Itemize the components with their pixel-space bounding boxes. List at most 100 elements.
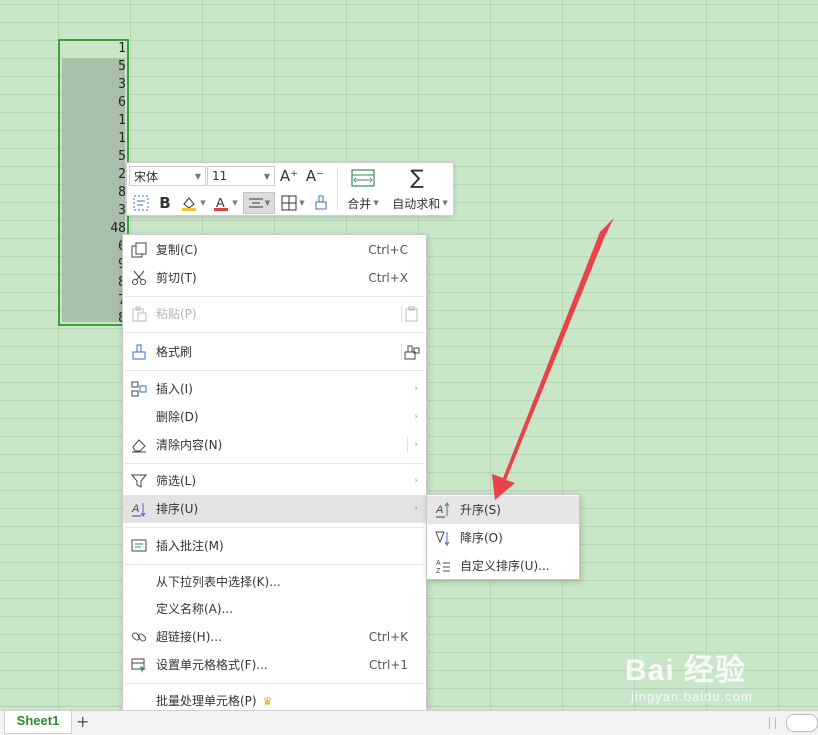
- menu-item-label: 插入(I): [156, 382, 193, 396]
- merge-button[interactable]: 合并 ▼: [341, 193, 385, 213]
- filter-icon: [131, 474, 147, 488]
- submenu-arrow-icon: ›: [414, 476, 418, 486]
- svg-text:A: A: [435, 504, 443, 516]
- cell-value[interactable]: 5: [60, 58, 126, 76]
- add-sheet-icon[interactable]: +: [76, 711, 89, 733]
- menu-item-insert-comment[interactable]: 插入批注(M): [123, 532, 426, 560]
- format-painter-lock-icon[interactable]: [404, 344, 420, 360]
- menu-item-delete[interactable]: 删除(D) ›: [123, 403, 426, 431]
- horizontal-scrollbar[interactable]: [786, 714, 818, 732]
- grow-font-icon[interactable]: A⁺: [278, 165, 300, 187]
- baidu-watermark: Bai 经验 jingyan.baidu.com: [625, 645, 753, 704]
- format-painter-icon[interactable]: [311, 193, 331, 213]
- scroll-divider: [769, 717, 770, 729]
- cell-value[interactable]: 1: [60, 112, 126, 130]
- shortcut-label: Ctrl+1: [368, 658, 408, 672]
- mini-toolbar: 宋体 ▼ 11 ▼ A⁺ A⁻ 合并 ▼ ∑ 自动求和 ▼ B ▼ A ▼ ▼ ▼: [126, 162, 454, 216]
- copy-icon: [131, 242, 147, 258]
- fill-color-icon[interactable]: [179, 193, 199, 213]
- menu-divider: [125, 564, 424, 565]
- sigma-icon[interactable]: ∑: [405, 165, 429, 189]
- chevron-down-icon: ▼: [194, 171, 201, 181]
- cell-value[interactable]: 8: [60, 310, 126, 328]
- menu-divider: [125, 296, 424, 297]
- insert-icon: [131, 381, 147, 397]
- watermark-url: jingyan.baidu.com: [631, 689, 753, 704]
- format-painter-icon: [132, 344, 146, 360]
- menu-item-pick-from-dropdown[interactable]: 从下拉列表中选择(K)...: [123, 568, 426, 596]
- align-center-button[interactable]: ▼: [243, 192, 275, 214]
- chevron-down-icon: ▼: [373, 199, 379, 207]
- align-center-icon: [248, 198, 263, 208]
- cell-value[interactable]: 8: [60, 184, 126, 202]
- menu-item-label: 超链接(H)...: [156, 630, 222, 644]
- eraser-icon: [132, 439, 146, 453]
- submenu-item-descending[interactable]: 降序(O): [427, 524, 579, 552]
- cell-value[interactable]: 6: [60, 238, 126, 256]
- chevron-down-icon: ▼: [264, 199, 271, 207]
- autosum-button[interactable]: 自动求和 ▼: [389, 193, 451, 213]
- menu-item-label: 插入批注(M): [156, 539, 224, 553]
- shrink-font-icon[interactable]: A⁻: [304, 165, 326, 187]
- menu-item-clear-contents[interactable]: 清除内容(N) ›: [123, 431, 426, 459]
- format-cells-icon: [131, 658, 146, 673]
- cell-value[interactable]: 7: [60, 292, 126, 310]
- merge-icon[interactable]: [347, 167, 379, 189]
- menu-item-label: 清除内容(N): [156, 438, 223, 452]
- font-size-value: 11: [212, 169, 228, 183]
- submenu-item-ascending[interactable]: A 升序(S): [427, 496, 579, 524]
- menu-item-sort[interactable]: A 排序(U) ›: [123, 495, 426, 523]
- grow-font-glyph: A⁺: [279, 167, 299, 185]
- submenu-arrow-icon: ›: [414, 504, 418, 514]
- menu-item-label: 剪切(T): [156, 271, 197, 285]
- menu-item-label: 排序(U): [156, 502, 199, 516]
- cell-value[interactable]: 1: [60, 40, 126, 58]
- menu-item-hyperlink[interactable]: 超链接(H)... Ctrl+K: [123, 623, 426, 651]
- font-name-select[interactable]: 宋体 ▼: [129, 166, 206, 186]
- font-name-value: 宋体: [134, 169, 159, 184]
- menu-item-insert[interactable]: 插入(I) ›: [123, 375, 426, 403]
- menu-item-format-cells[interactable]: 设置单元格格式(F)... Ctrl+1: [123, 651, 426, 679]
- menu-divider: [125, 370, 424, 371]
- menu-item-define-name[interactable]: 定义名称(A)...: [123, 595, 426, 623]
- font-size-select[interactable]: 11 ▼: [207, 166, 275, 186]
- text-wrap-icon[interactable]: [131, 193, 151, 213]
- cell-value[interactable]: 8: [60, 274, 126, 292]
- svg-text:Z: Z: [436, 568, 441, 574]
- menu-item-label: 筛选(L): [156, 474, 197, 488]
- sheet-tab-active[interactable]: Sheet1: [4, 711, 72, 734]
- custom-sort-icon: AZ: [436, 560, 450, 574]
- menu-item-copy[interactable]: 复制(C) Ctrl+C: [123, 236, 426, 264]
- menu-item-cut[interactable]: 剪切(T) Ctrl+X: [123, 264, 426, 292]
- cell-value[interactable]: 3: [60, 202, 126, 220]
- cell-value[interactable]: 9: [60, 256, 126, 274]
- cell-value[interactable]: 3: [60, 76, 126, 94]
- toolbar-divider: [337, 167, 338, 211]
- cell-value[interactable]: 1: [60, 130, 126, 148]
- font-color-icon[interactable]: A: [211, 193, 231, 213]
- menu-item-filter[interactable]: 筛选(L) ›: [123, 467, 426, 495]
- chevron-down-icon[interactable]: ▼: [298, 197, 306, 209]
- cell-value[interactable]: 5: [60, 148, 126, 166]
- menu-item-label: 格式刷: [156, 345, 193, 359]
- submenu-item-custom-sort[interactable]: AZ 自定义排序(U)...: [427, 552, 579, 580]
- bold-icon[interactable]: B: [155, 193, 175, 213]
- scroll-divider: [775, 717, 776, 729]
- menu-item-format-painter[interactable]: 格式刷: [123, 338, 426, 366]
- chevron-down-icon[interactable]: ▼: [199, 197, 207, 209]
- cell-value[interactable]: 6: [60, 94, 126, 112]
- menu-item-label: 定义名称(A)...: [156, 602, 234, 616]
- watermark-brand: Bai 经验: [625, 654, 747, 687]
- chevron-down-icon[interactable]: ▼: [231, 197, 239, 209]
- cell-value[interactable]: 48: [60, 220, 126, 238]
- menu-vertical-divider: [401, 344, 402, 360]
- paste-options-icon[interactable]: [404, 306, 420, 322]
- submenu-item-label: 升序(S): [460, 503, 501, 517]
- menu-item-paste[interactable]: 粘贴(P): [123, 300, 426, 328]
- menu-divider: [125, 463, 424, 464]
- chevron-down-icon: ▼: [442, 199, 448, 207]
- cell-value[interactable]: 2: [60, 166, 126, 184]
- border-icon[interactable]: [279, 193, 299, 213]
- context-menu: 复制(C) Ctrl+C 剪切(T) Ctrl+X 粘贴(P) 格式刷 插入(I…: [122, 234, 427, 715]
- sort-icon: A: [131, 503, 146, 517]
